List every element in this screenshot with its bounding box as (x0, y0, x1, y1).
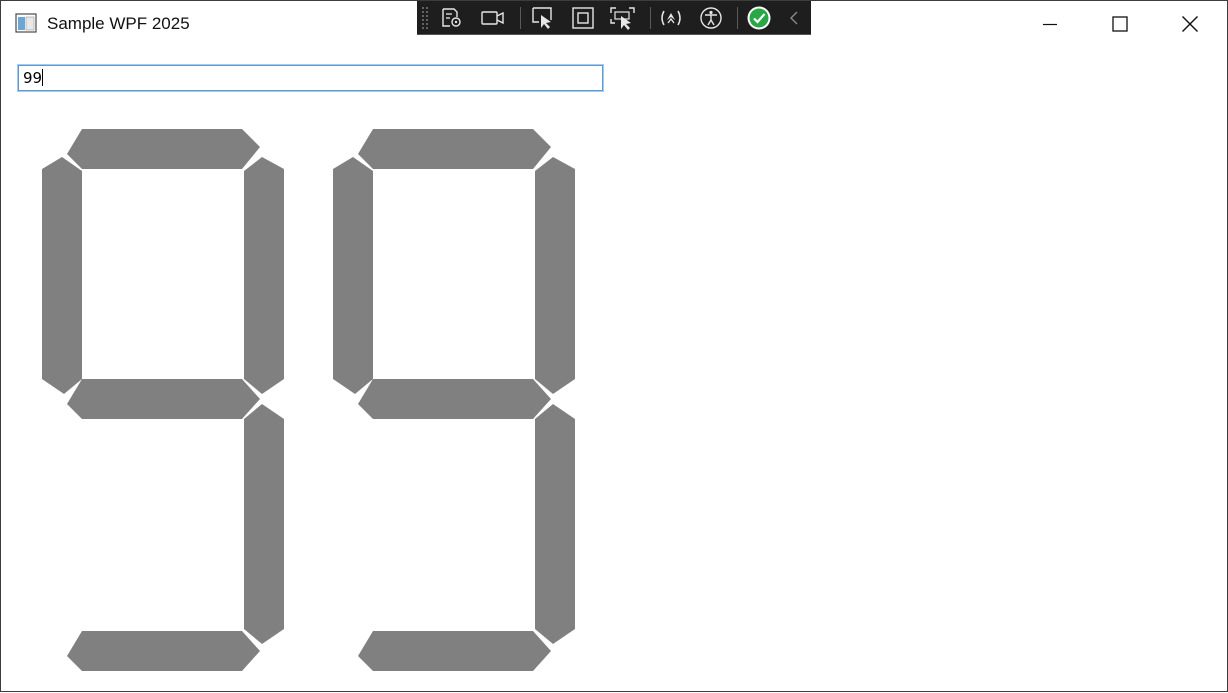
minimize-button[interactable] (1015, 1, 1085, 47)
close-button[interactable] (1155, 1, 1225, 47)
maximize-button[interactable] (1085, 1, 1155, 47)
toolbar-separator (737, 7, 738, 29)
binding-failures-check-icon (747, 6, 771, 30)
segment-d (67, 631, 260, 671)
toolbar-separator (650, 7, 651, 29)
segment-d (358, 631, 551, 671)
segment-g (358, 379, 551, 419)
track-focused-element-icon (610, 7, 635, 30)
segment-g (67, 379, 260, 419)
minimize-icon (1043, 23, 1057, 26)
accessibility-checker-button[interactable] (696, 4, 726, 32)
close-icon (1182, 16, 1198, 32)
segment-c (535, 404, 575, 644)
hot-reload-icon (661, 10, 681, 26)
app-window: Sample WPF 2025 99 (0, 0, 1228, 692)
accessibility-checker-icon (700, 7, 722, 29)
collapse-chevron-icon (790, 11, 798, 25)
binding-failures-button[interactable] (744, 4, 774, 32)
segment-f (333, 157, 373, 394)
segment-b (535, 157, 575, 394)
segment-c (244, 404, 284, 644)
segment-b (244, 157, 284, 394)
segment-a (358, 129, 551, 169)
segment-f (42, 157, 82, 394)
collapse-toolbar-button[interactable] (783, 4, 805, 32)
maximize-icon (1112, 16, 1128, 32)
hot-reload-button[interactable] (656, 4, 686, 32)
track-focused-element-button[interactable] (608, 4, 638, 32)
seven-segment-display (42, 129, 575, 671)
digit-1 (333, 129, 575, 671)
digit-0 (42, 129, 284, 671)
segment-a (67, 129, 260, 169)
